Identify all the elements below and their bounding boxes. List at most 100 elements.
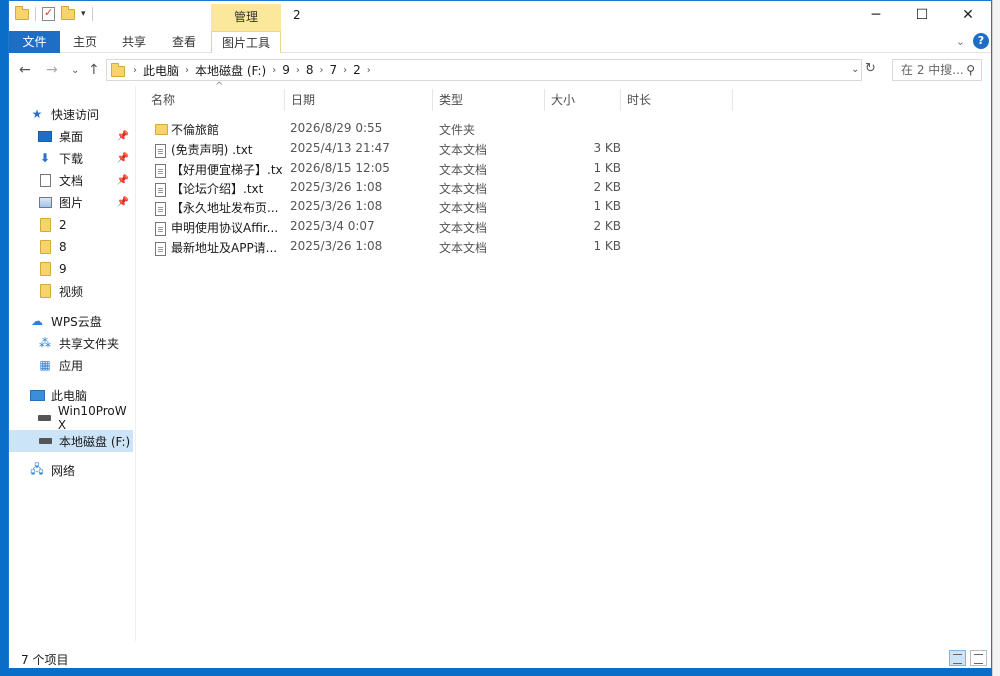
nav-label: 2 xyxy=(59,218,67,232)
address-row: ← → ⌄ ↑ › 此电脑 › 本地磁盘 (F:) › 9 › 8 › 7 › … xyxy=(9,54,991,86)
manage-tab[interactable]: 管理 xyxy=(211,4,281,31)
address-dropdown-icon[interactable]: ⌄ xyxy=(851,64,859,75)
help-icon[interactable]: ? xyxy=(973,33,989,49)
nav-label: 桌面 xyxy=(59,129,84,144)
column-header-date[interactable]: 日期 xyxy=(285,89,433,111)
computer-icon xyxy=(29,389,45,401)
nav-item-documents[interactable]: 文档 📌 xyxy=(37,169,133,191)
column-header-duration[interactable]: 时长 xyxy=(621,89,733,111)
column-header-name[interactable]: 名称 xyxy=(145,89,285,111)
desktop-left-edge xyxy=(0,0,8,676)
chevron-right-icon[interactable]: › xyxy=(296,65,300,76)
file-row[interactable]: (免责声明) .txt 2025/4/13 21:47 文本文档 3 KB xyxy=(145,138,625,158)
pin-icon[interactable]: 📌 xyxy=(117,197,129,208)
file-row[interactable]: 最新地址及APP请... 2025/3/26 1:08 文本文档 1 KB xyxy=(145,236,625,256)
ribbon-tabs: 文件 主页 共享 查看 图片工具 ⌄ ? xyxy=(9,31,991,53)
file-row[interactable]: 【永久地址发布页... 2025/3/26 1:08 文本文档 1 KB xyxy=(145,196,625,216)
file-date: 2025/3/26 1:08 xyxy=(290,239,383,253)
folder-icon xyxy=(39,284,51,298)
pin-icon[interactable]: 📌 xyxy=(117,175,129,186)
up-arrow-icon[interactable]: ↑ xyxy=(88,62,100,78)
pin-icon[interactable]: 📌 xyxy=(117,153,129,164)
tab-view[interactable]: 查看 xyxy=(172,31,196,53)
network-icon: 🖧 xyxy=(30,461,44,476)
address-bar[interactable]: › 此电脑 › 本地磁盘 (F:) › 9 › 8 › 7 › 2 › xyxy=(106,59,862,81)
nav-apps[interactable]: ▦ 应用 xyxy=(37,354,133,376)
new-folder-icon[interactable] xyxy=(61,5,75,20)
tab-picture-tools[interactable]: 图片工具 xyxy=(211,31,281,53)
file-size: 2 KB xyxy=(593,219,621,233)
properties-icon[interactable] xyxy=(42,6,55,21)
chevron-right-icon[interactable]: › xyxy=(343,65,347,76)
column-header-type[interactable]: 类型 xyxy=(433,89,545,111)
chevron-right-icon[interactable]: › xyxy=(133,65,137,76)
nav-item-folder-2[interactable]: 2 xyxy=(37,214,133,236)
file-row[interactable]: 不倫旅館 2026/8/29 0:55 文件夹 xyxy=(145,118,625,138)
file-type: 文本文档 xyxy=(439,201,488,215)
chevron-right-icon[interactable]: › xyxy=(272,65,276,76)
title-bar: ▾ 管理 2 ─ ☐ ✕ xyxy=(9,1,991,31)
nav-label: Win10ProW X xyxy=(57,404,127,432)
chevron-right-icon[interactable]: › xyxy=(320,65,324,76)
forward-arrow-icon[interactable]: → xyxy=(46,62,58,78)
nav-shared-folder[interactable]: ⁂ 共享文件夹 xyxy=(37,332,133,354)
file-row[interactable]: 【论坛介绍】.txt 2025/3/26 1:08 文本文档 2 KB xyxy=(145,177,625,197)
file-size: 1 KB xyxy=(593,239,621,253)
breadcrumb-2[interactable]: 2 xyxy=(353,63,361,77)
recent-locations-icon[interactable]: ⌄ xyxy=(71,65,79,76)
maximize-button[interactable]: ☐ xyxy=(899,1,945,31)
pane-divider[interactable] xyxy=(135,86,136,641)
nav-item-downloads[interactable]: ⬇ 下载 📌 xyxy=(37,147,133,169)
file-row[interactable]: 申明使用协议Affir... 2025/3/4 0:07 文本文档 2 KB xyxy=(145,216,625,236)
tab-share[interactable]: 共享 xyxy=(122,31,146,53)
breadcrumb-8[interactable]: 8 xyxy=(306,63,314,77)
text-file-icon xyxy=(155,144,166,158)
tab-home[interactable]: 主页 xyxy=(73,31,97,53)
nav-item-videos[interactable]: 视频 xyxy=(37,280,133,302)
nav-item-folder-8[interactable]: 8 xyxy=(37,236,133,258)
file-name: 申明使用协议Affir... xyxy=(171,221,279,235)
chevron-right-icon[interactable]: › xyxy=(185,65,189,76)
search-input[interactable]: 在 2 中搜... ⚲ xyxy=(892,59,982,81)
file-name: (免责声明) .txt xyxy=(171,143,253,157)
customize-toolbar-dropdown-icon[interactable]: ▾ xyxy=(81,9,86,19)
nav-item-folder-9[interactable]: 9 xyxy=(37,258,133,280)
nav-label: 应用 xyxy=(59,358,84,373)
toolbar-divider xyxy=(91,7,93,21)
pin-icon[interactable]: 📌 xyxy=(117,131,129,142)
chevron-right-icon[interactable]: › xyxy=(367,65,371,76)
file-name: 【好用便宜梯子】.txt xyxy=(171,163,283,177)
drive-icon xyxy=(37,415,51,421)
close-button[interactable]: ✕ xyxy=(945,1,991,31)
nav-drive-win10[interactable]: Win10ProW X xyxy=(37,404,133,432)
folder-icon xyxy=(155,124,168,135)
refresh-icon[interactable]: ↻ xyxy=(865,61,876,76)
toolbar-divider xyxy=(35,7,36,21)
share-icon: ⁂ xyxy=(39,336,51,350)
breadcrumb-drive-f[interactable]: 本地磁盘 (F:) xyxy=(195,62,266,79)
details-view-button[interactable] xyxy=(949,650,966,666)
ribbon-right-controls: ⌄ ? xyxy=(956,33,989,49)
text-file-icon xyxy=(155,164,166,178)
large-icons-view-button[interactable] xyxy=(970,650,987,666)
nav-item-pictures[interactable]: 图片 📌 xyxy=(37,191,133,213)
search-icon: ⚲ xyxy=(966,63,975,77)
back-arrow-icon[interactable]: ← xyxy=(19,62,31,78)
expand-ribbon-icon[interactable]: ⌄ xyxy=(956,35,965,48)
file-date: 2025/3/26 1:08 xyxy=(290,199,383,213)
text-file-icon xyxy=(155,242,166,256)
breadcrumb-9[interactable]: 9 xyxy=(282,63,290,77)
breadcrumb-this-pc[interactable]: 此电脑 xyxy=(143,62,179,79)
nav-label: 快速访问 xyxy=(51,107,100,122)
nav-drive-f[interactable]: 本地磁盘 (F:) xyxy=(9,430,133,452)
minimize-button[interactable]: ─ xyxy=(853,1,899,31)
file-size: 2 KB xyxy=(593,180,621,194)
text-file-icon xyxy=(155,222,166,236)
column-header-size[interactable]: 大小 xyxy=(545,89,621,111)
nav-label: 图片 xyxy=(59,195,84,210)
file-row[interactable]: 【好用便宜梯子】.txt 2026/8/15 12:05 文本文档 1 KB xyxy=(145,158,625,178)
desktop-right-edge xyxy=(992,0,1000,676)
breadcrumb-7[interactable]: 7 xyxy=(330,63,338,77)
nav-item-desktop[interactable]: 桌面 📌 xyxy=(37,125,133,147)
tab-file[interactable]: 文件 xyxy=(9,31,60,53)
